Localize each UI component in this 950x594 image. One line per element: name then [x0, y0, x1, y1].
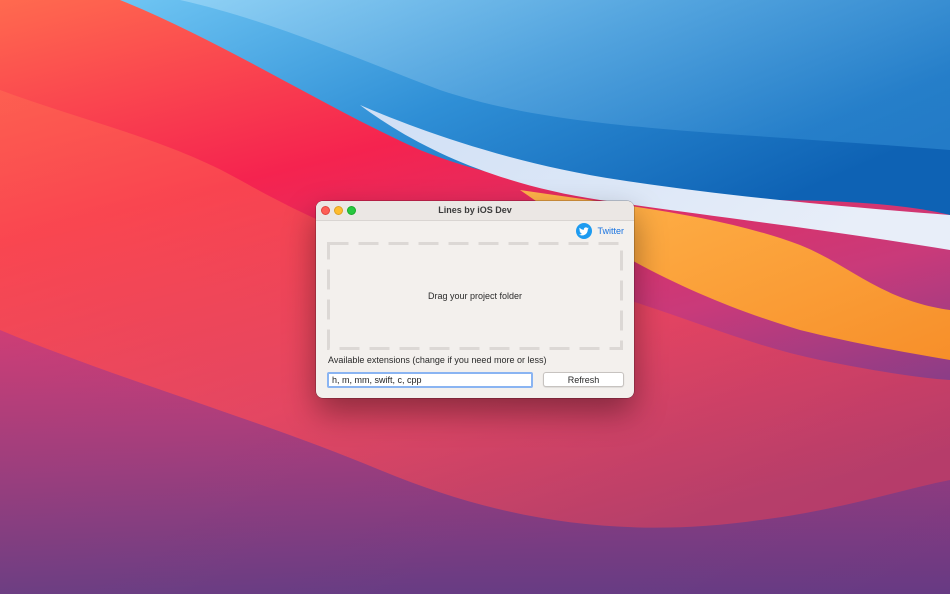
twitter-link[interactable]: Twitter — [576, 222, 624, 240]
window-titlebar[interactable]: Lines by iOS Dev — [316, 201, 634, 221]
extensions-label: Available extensions (change if you need… — [328, 355, 547, 365]
twitter-link-label: Twitter — [597, 226, 624, 236]
project-folder-dropzone[interactable]: Drag your project folder — [327, 242, 623, 350]
refresh-button[interactable]: Refresh — [543, 372, 624, 387]
dropzone-prompt: Drag your project folder — [427, 291, 523, 301]
extensions-input[interactable] — [327, 372, 533, 388]
app-window: Lines by iOS Dev Twitter Drag your proje… — [316, 201, 634, 398]
twitter-bird-icon — [576, 223, 593, 239]
window-title: Lines by iOS Dev — [438, 205, 512, 215]
